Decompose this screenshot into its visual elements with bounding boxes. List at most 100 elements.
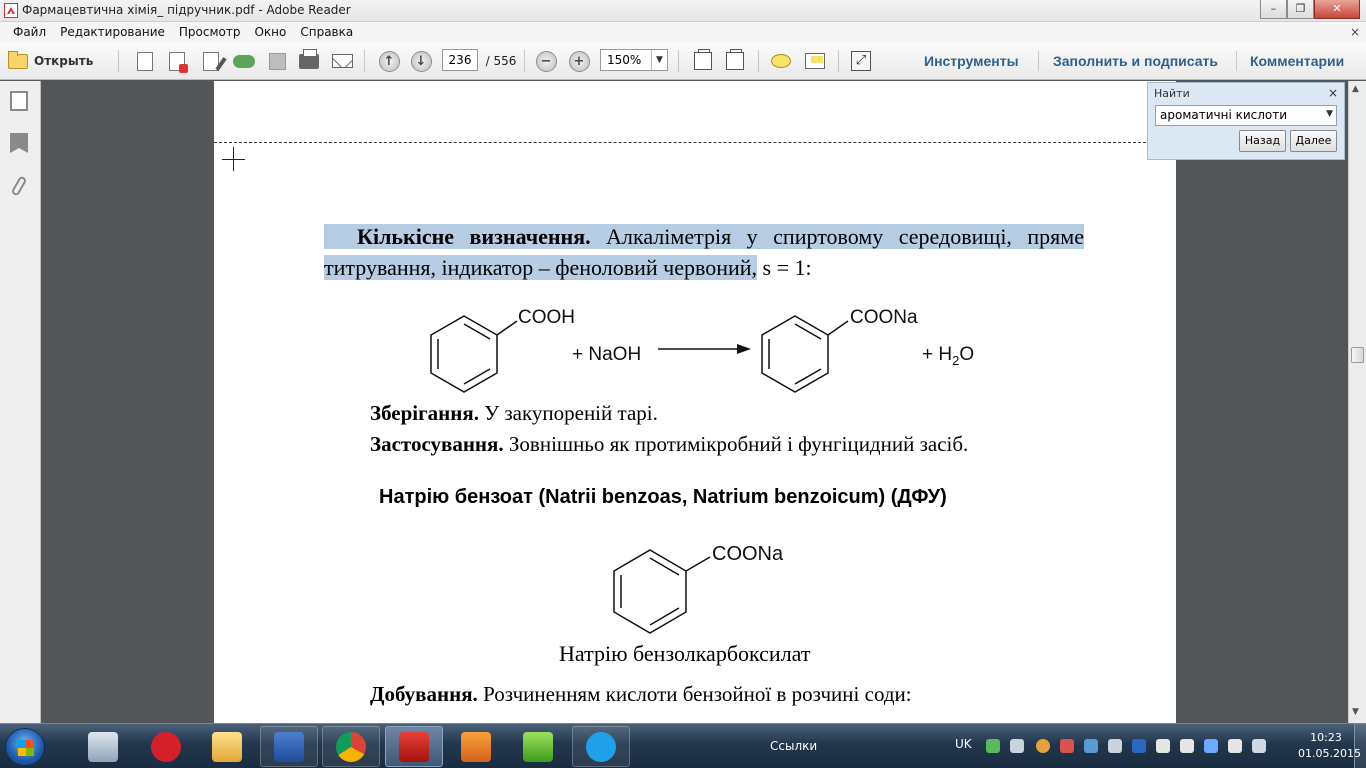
tray-icon-f[interactable] xyxy=(1132,739,1146,753)
save-button[interactable] xyxy=(266,49,288,73)
email-button[interactable] xyxy=(330,49,354,73)
fill-and-sign-tab[interactable]: Заполнить и подписать xyxy=(1053,53,1218,69)
system-clock[interactable]: 10:23 01.05.2015 xyxy=(1298,730,1361,762)
scroll-up-arrow-icon[interactable]: ▲ xyxy=(1352,84,1359,94)
vertical-scrollbar[interactable]: ▲ ▼ xyxy=(1348,81,1366,723)
navigation-pane xyxy=(0,81,41,723)
taskbar-app-1[interactable] xyxy=(74,726,132,767)
edit-pdf-button[interactable] xyxy=(200,49,222,73)
open-button[interactable]: Открыть xyxy=(8,49,108,73)
edit-document-icon xyxy=(203,51,219,71)
envelope-icon xyxy=(331,54,353,68)
taskbar-music[interactable] xyxy=(509,726,567,767)
fit-page-button[interactable] xyxy=(724,49,746,73)
taskbar-media-player[interactable] xyxy=(447,726,505,767)
page-total: / 556 xyxy=(485,54,517,68)
links-toolbar[interactable]: Ссылки xyxy=(770,739,817,753)
maximize-button[interactable]: ❐ xyxy=(1287,0,1314,19)
chevron-down-icon[interactable]: ▼ xyxy=(1326,109,1333,119)
taskbar-explorer[interactable] xyxy=(198,726,256,767)
tray-icon-d[interactable] xyxy=(1084,739,1098,753)
structure-caption: Натрію бензолкарбоксилат xyxy=(559,641,811,666)
action-center-flag-icon[interactable] xyxy=(1156,739,1170,753)
document-page[interactable]: Кількісне визначення. Алкаліметрія у спи… xyxy=(214,81,1176,723)
zoom-in-button[interactable]: + xyxy=(568,49,590,73)
zoom-out-button[interactable]: − xyxy=(535,49,557,73)
taskbar-app-2[interactable] xyxy=(137,726,195,767)
chrome-icon xyxy=(336,731,366,762)
find-input[interactable]: ароматичні кислоти ▼ xyxy=(1155,105,1337,126)
comment-button[interactable] xyxy=(770,49,792,73)
bluetooth-icon[interactable] xyxy=(1204,739,1218,753)
zoom-value: 150% xyxy=(607,53,642,67)
menu-help[interactable]: Справка xyxy=(293,25,360,39)
fit-width-button[interactable] xyxy=(692,49,714,73)
start-button[interactable] xyxy=(5,728,45,766)
language-indicator[interactable]: UK xyxy=(955,737,972,751)
minimize-button[interactable]: – xyxy=(1260,0,1287,19)
comment-bubble-icon xyxy=(771,54,791,68)
tray-icon-b[interactable] xyxy=(1036,739,1050,753)
print-button[interactable] xyxy=(298,48,320,73)
taskbar-word[interactable] xyxy=(260,726,318,767)
clock-time: 10:23 xyxy=(1310,731,1342,744)
page-thumbnails-icon[interactable] xyxy=(10,91,28,111)
network-signal-icon[interactable] xyxy=(1228,739,1242,753)
taskbar-skype[interactable] xyxy=(572,726,630,767)
find-panel-title: Найти xyxy=(1154,87,1190,100)
title-bar: Фармацевтична хімія_ підручник.pdf - Ado… xyxy=(0,0,1366,22)
combine-pdf-button[interactable] xyxy=(166,49,188,73)
tray-icon-a[interactable] xyxy=(986,739,1000,753)
obtaining-label: Добування. xyxy=(370,682,478,706)
open-button-label: Открыть xyxy=(34,54,94,68)
folder-icon xyxy=(8,50,28,69)
music-icon xyxy=(523,731,553,762)
volume-icon[interactable] xyxy=(1010,739,1024,753)
highlight-button[interactable] xyxy=(804,49,826,73)
full-screen-button[interactable]: ⤢ xyxy=(850,49,872,73)
upload-cloud-button[interactable] xyxy=(232,49,256,73)
find-next-button[interactable]: Далее xyxy=(1290,130,1337,152)
byproduct-suffix: O xyxy=(959,344,974,365)
minus-icon: − xyxy=(535,50,557,72)
taskbar-chrome[interactable] xyxy=(322,726,380,767)
virgin-icon xyxy=(151,731,181,762)
find-previous-button[interactable]: Назад xyxy=(1239,130,1286,152)
adobe-reader-icon xyxy=(399,731,429,762)
menu-bar: Файл Редактирование Просмотр Окно Справк… xyxy=(0,22,1366,42)
computer-icon xyxy=(88,731,118,762)
tools-tab[interactable]: Инструменты xyxy=(924,53,1019,69)
menu-view[interactable]: Просмотр xyxy=(172,25,248,39)
tray-icon-g[interactable] xyxy=(1180,739,1194,753)
create-pdf-button[interactable] xyxy=(134,49,156,73)
benzene-ring-sodium-benzoate xyxy=(613,549,711,634)
toolbar: Открыть ↑ ↓ 236 / 556 − + 150% ▼ ⤢ Инстр… xyxy=(0,42,1366,80)
close-document-button[interactable]: × xyxy=(1350,25,1360,39)
obtaining-text: Розчиненням кислоти бензойної в розчині … xyxy=(477,682,912,706)
tray-icon-c[interactable] xyxy=(1060,739,1074,753)
page-number-input[interactable]: 236 xyxy=(442,49,478,71)
comments-tab[interactable]: Комментарии xyxy=(1250,53,1344,69)
bookmarks-icon[interactable] xyxy=(10,133,28,153)
window-title: Фармацевтична хімія_ підручник.pdf - Ado… xyxy=(22,3,351,17)
show-desktop-button[interactable] xyxy=(1354,724,1366,768)
battery-icon[interactable] xyxy=(1252,739,1266,753)
scrollbar-thumb[interactable] xyxy=(1351,347,1364,363)
previous-page-button[interactable]: ↑ xyxy=(378,49,400,73)
close-icon[interactable]: × xyxy=(1328,86,1338,100)
save-icon xyxy=(268,52,286,70)
toolbar-divider xyxy=(678,50,679,72)
next-page-button[interactable]: ↓ xyxy=(410,49,432,73)
menu-window[interactable]: Окно xyxy=(247,25,293,39)
tray-icon-e[interactable] xyxy=(1108,739,1122,753)
zoom-select[interactable]: 150% ▼ xyxy=(600,49,668,71)
folder-icon xyxy=(212,731,242,762)
combine-pdf-icon xyxy=(169,51,188,73)
menu-file[interactable]: Файл xyxy=(6,25,53,39)
taskbar-adobe-reader[interactable] xyxy=(385,726,443,767)
scroll-down-arrow-icon[interactable]: ▼ xyxy=(1352,707,1359,717)
byproduct-prefix: + H xyxy=(922,344,952,365)
attachments-icon[interactable] xyxy=(10,175,28,197)
close-window-button[interactable]: ✕ xyxy=(1314,0,1360,19)
menu-edit[interactable]: Редактирование xyxy=(53,25,172,39)
